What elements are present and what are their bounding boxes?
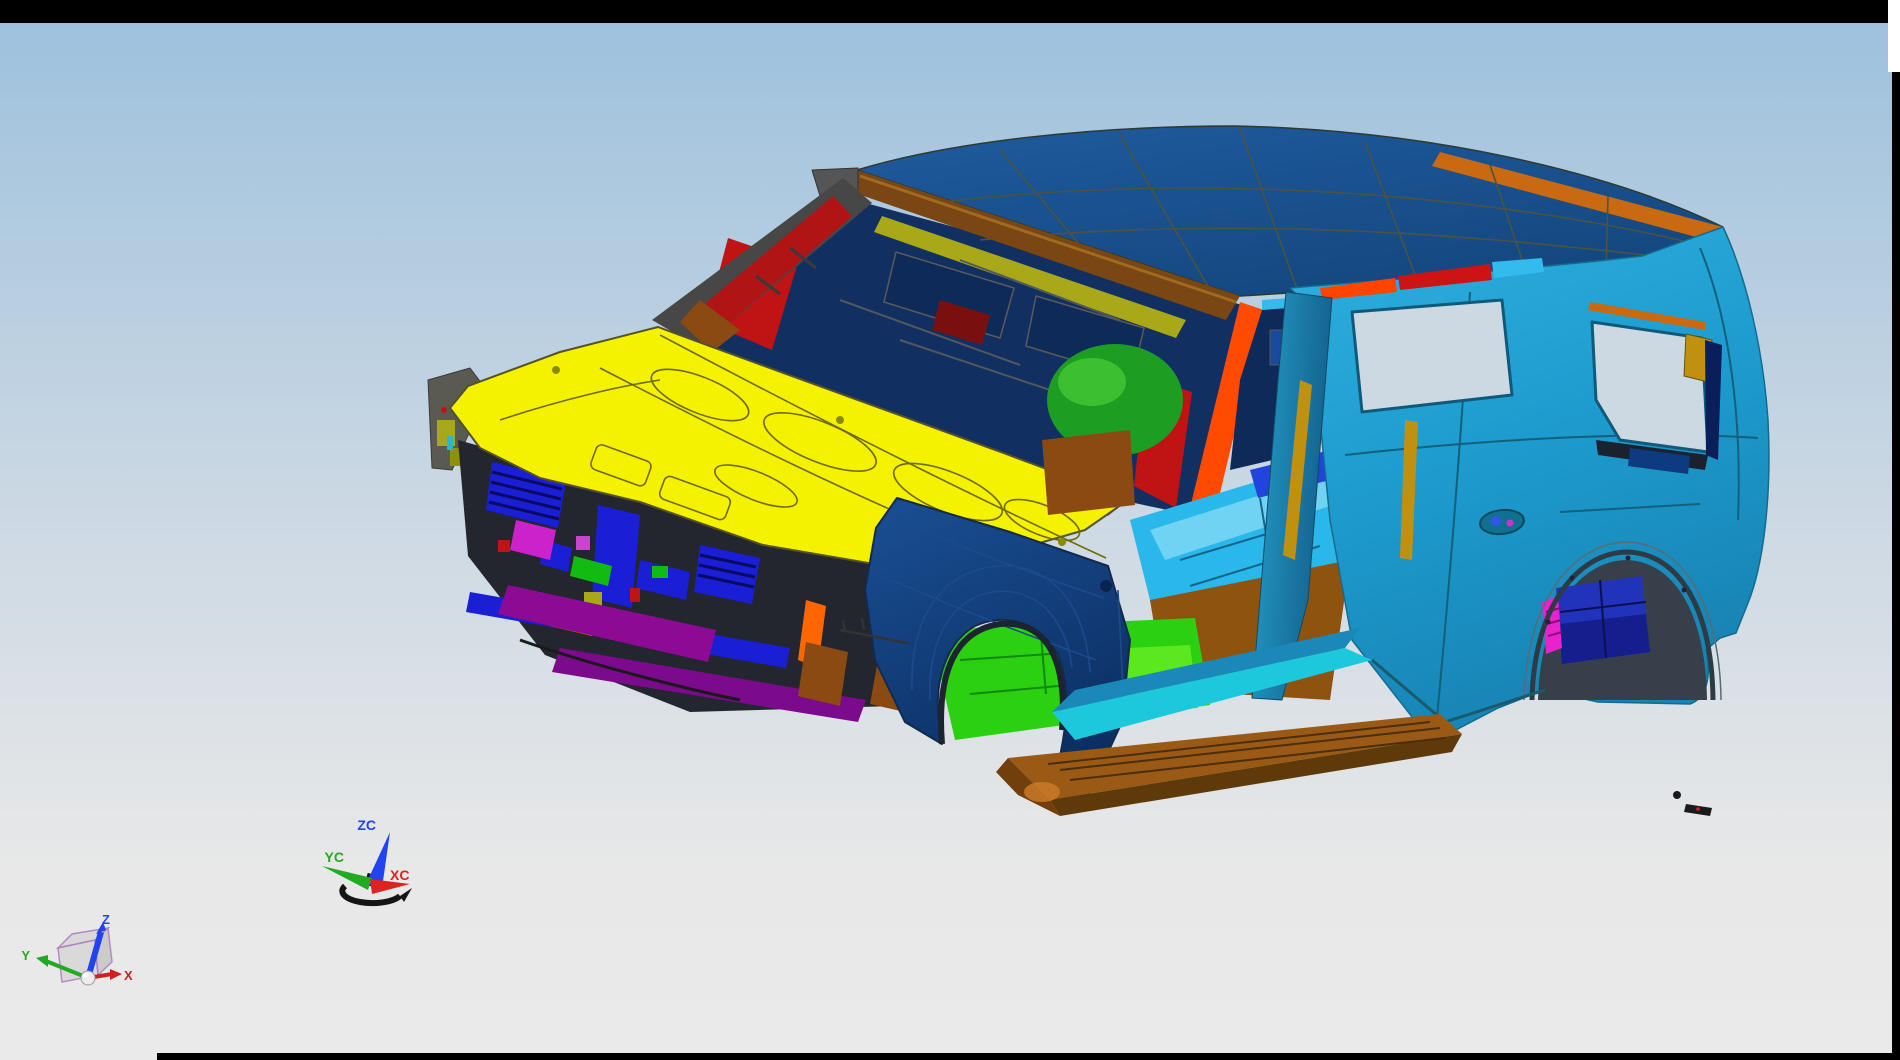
debris-dot[interactable]	[1673, 791, 1681, 799]
debris-detail	[1696, 807, 1700, 811]
handle-detail	[1507, 520, 1514, 527]
flange-bolt	[1570, 576, 1575, 581]
bottom-frame-bar	[157, 1053, 1900, 1060]
engine-bay-part[interactable]	[798, 642, 848, 706]
rail-dot	[441, 407, 447, 413]
top-frame-bar	[0, 0, 1888, 23]
wcs-x-label[interactable]: XC	[390, 867, 409, 883]
abs-z-label: Z	[102, 912, 110, 927]
abs-x-label: X	[124, 968, 133, 983]
engine-bay-part[interactable]	[576, 536, 590, 550]
hood-grommet	[836, 416, 844, 424]
flange-bolt	[1626, 556, 1631, 561]
board-copper-glow	[1024, 782, 1060, 802]
engine-bay-part[interactable]	[630, 588, 640, 602]
right-frame-bar	[1892, 72, 1900, 1060]
abs-y-label: Y	[21, 948, 30, 963]
viewport-canvas[interactable]: ZC YC XC Z Y X	[0, 0, 1900, 1060]
wcs-y-label[interactable]: YC	[325, 849, 344, 865]
hood-grommet	[1058, 538, 1066, 546]
top-right-corner	[1888, 0, 1900, 72]
flange-bolt	[1546, 620, 1551, 625]
sphere-highlight	[84, 973, 89, 978]
dash-hump-highlight	[1058, 358, 1126, 406]
abs-origin-sphere[interactable]	[81, 971, 95, 985]
engine-bay-part[interactable]	[498, 540, 510, 552]
hood-grommet	[552, 366, 560, 374]
flange-bolt	[1682, 588, 1687, 593]
engine-bay-part[interactable]	[652, 566, 668, 578]
handle-detail	[1491, 516, 1501, 526]
wcs-z-label[interactable]: ZC	[357, 817, 376, 833]
rear-door-window[interactable]	[1352, 300, 1512, 412]
dash-lower[interactable]	[1042, 430, 1135, 515]
fender-hole	[1100, 580, 1112, 592]
rail-part[interactable]	[447, 436, 453, 450]
cad-application-window: ZC YC XC Z Y X	[0, 0, 1900, 1060]
